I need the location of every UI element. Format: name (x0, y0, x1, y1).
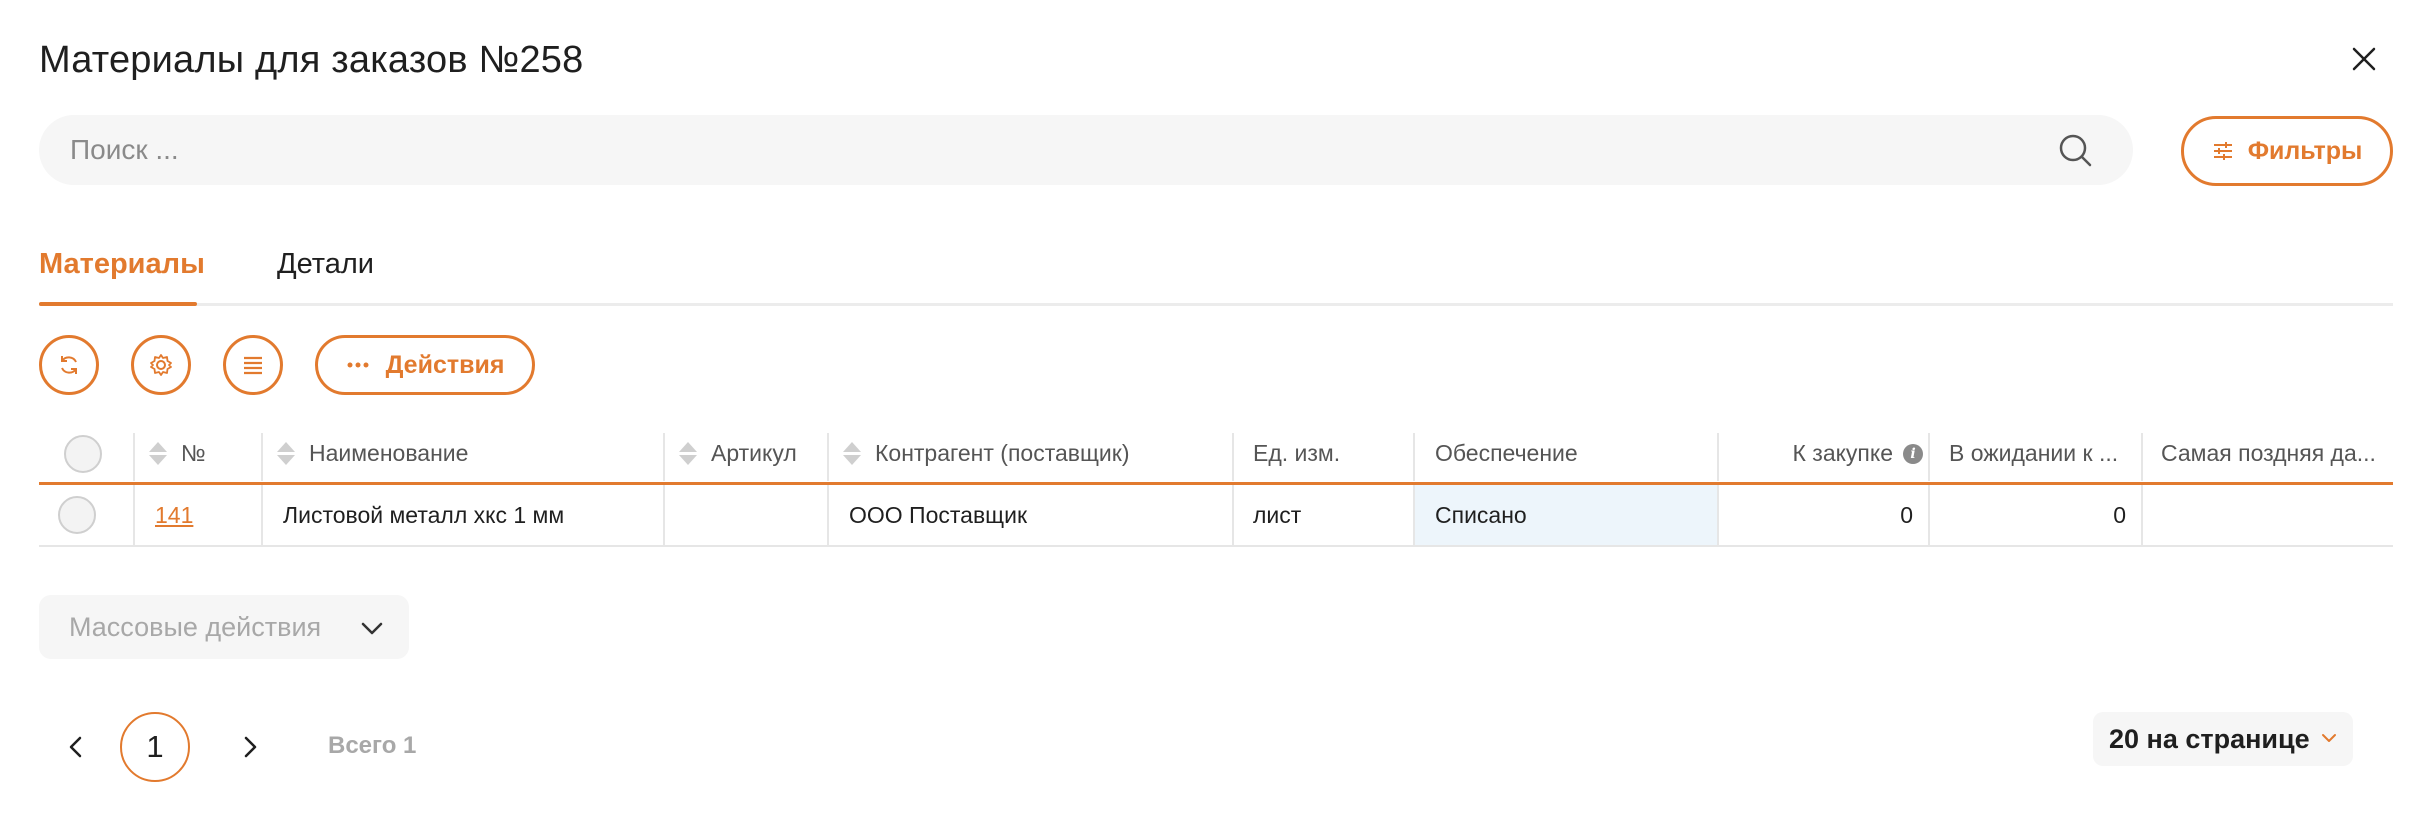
gear-icon (150, 354, 172, 376)
material-number-link[interactable]: 141 (155, 502, 193, 529)
cell-waiting: 0 (2113, 501, 2126, 528)
search-input[interactable] (70, 134, 2030, 166)
chevron-right-icon[interactable] (235, 732, 265, 762)
column-separator (1717, 485, 1719, 545)
table-toolbar: Действия (39, 335, 639, 397)
per-page-select[interactable]: 20 на странице (2093, 712, 2353, 766)
per-page-label: 20 на странице (2109, 723, 2310, 754)
row-select-cell (58, 485, 98, 545)
column-header-label: Контрагент (поставщик) (875, 440, 1130, 466)
column-separator (1232, 433, 1234, 481)
search-box (39, 115, 2133, 185)
column-separator (663, 485, 665, 545)
column-separator (261, 433, 263, 481)
column-separator (1928, 485, 1930, 545)
settings-button[interactable] (131, 335, 191, 395)
column-separator (2141, 433, 2143, 481)
sort-icon (843, 442, 861, 465)
filters-button[interactable]: Фильтры (2181, 116, 2393, 186)
mass-actions-dropdown[interactable]: Массовые действия (39, 595, 409, 659)
materials-table: № Наименование Артикул Контрагент (поста… (39, 425, 2393, 547)
select-all-radio[interactable] (64, 434, 102, 473)
column-header-latest-date[interactable]: Самая поздняя да... (2161, 425, 2393, 482)
info-icon[interactable]: i (1903, 443, 1923, 464)
column-separator (827, 485, 829, 545)
cell-supplier: ООО Поставщик (849, 501, 1028, 528)
tab-materials[interactable]: Материалы (39, 248, 205, 281)
column-separator (1413, 433, 1415, 481)
cell-to-purchase: 0 (1900, 501, 1913, 528)
tabs: Материалы Детали (39, 238, 2393, 306)
column-header-label: К закупке (1792, 440, 1893, 466)
column-header-label: Обеспечение (1435, 440, 1578, 466)
chevron-down-icon (361, 622, 383, 635)
refresh-button[interactable] (39, 335, 99, 395)
total-count: Всего 1 (328, 732, 417, 759)
mass-actions-label: Массовые действия (69, 611, 322, 642)
tab-details[interactable]: Детали (277, 248, 374, 281)
row-select-radio[interactable] (58, 496, 96, 534)
column-header-supply[interactable]: Обеспечение (1435, 425, 1715, 482)
select-all-cell (64, 425, 104, 482)
column-separator (261, 485, 263, 545)
column-separator (133, 433, 135, 481)
column-separator (1413, 485, 1415, 545)
dialog-header: Материалы для заказов №258 (39, 30, 2381, 90)
column-separator (1928, 433, 1930, 481)
cell-unit: лист (1253, 501, 1302, 528)
cell-name: Листовой металл хкс 1 мм (283, 501, 565, 528)
column-header-label: Артикул (711, 440, 797, 466)
column-header-label: Наименование (309, 440, 469, 466)
column-separator (827, 433, 829, 481)
search-icon[interactable] (2057, 132, 2093, 168)
column-header-number[interactable]: № (149, 425, 259, 482)
column-header-waiting[interactable]: В ожидании к ... (1949, 425, 2139, 482)
active-tab-indicator (39, 302, 197, 306)
sort-icon (679, 442, 697, 465)
pagination: 1 Всего 1 (39, 712, 639, 782)
page-title: Материалы для заказов №258 (39, 39, 584, 81)
refresh-icon (61, 356, 77, 374)
cell-number: 141 (155, 485, 255, 545)
chevron-left-icon[interactable] (61, 732, 91, 762)
sort-icon (277, 442, 295, 465)
column-header-label: Ед. изм. (1253, 440, 1341, 466)
chevron-down-icon (2322, 734, 2336, 742)
column-header-label: № (181, 440, 206, 466)
search-row: Фильтры (39, 115, 2393, 187)
close-button[interactable] (2347, 42, 2381, 76)
column-header-supplier[interactable]: Контрагент (поставщик) (843, 425, 1233, 482)
sliders-icon (2213, 142, 2232, 160)
column-header-article[interactable]: Артикул (679, 425, 824, 482)
column-header-label: Самая поздняя да... (2161, 440, 2376, 466)
column-separator (1232, 485, 1234, 545)
column-separator (133, 485, 135, 545)
column-separator (1717, 433, 1719, 481)
column-header-unit[interactable]: Ед. изм. (1253, 425, 1413, 482)
more-dots-icon (347, 362, 369, 368)
list-icon (244, 356, 262, 375)
actions-button[interactable]: Действия (315, 335, 535, 395)
table-row[interactable]: 141 Листовой металл хкс 1 мм ООО Поставщ… (39, 485, 2393, 547)
sort-icon (149, 442, 167, 465)
column-separator (663, 433, 665, 481)
column-header-label: В ожидании к ... (1949, 440, 2119, 466)
column-separator (2141, 485, 2143, 545)
actions-button-label: Действия (385, 350, 505, 379)
column-header-name[interactable]: Наименование (277, 425, 657, 482)
columns-button[interactable] (223, 335, 283, 395)
close-icon (2352, 47, 2376, 71)
cell-supply: Списано (1435, 501, 1527, 528)
filters-button-label: Фильтры (2247, 136, 2363, 165)
cell-article (679, 485, 824, 545)
table-header: № Наименование Артикул Контрагент (поста… (39, 425, 2393, 485)
column-header-to-purchase[interactable]: К закупке i (1733, 425, 1923, 482)
cell-latest-date (2161, 485, 2393, 545)
page-button-current[interactable]: 1 (120, 712, 190, 782)
